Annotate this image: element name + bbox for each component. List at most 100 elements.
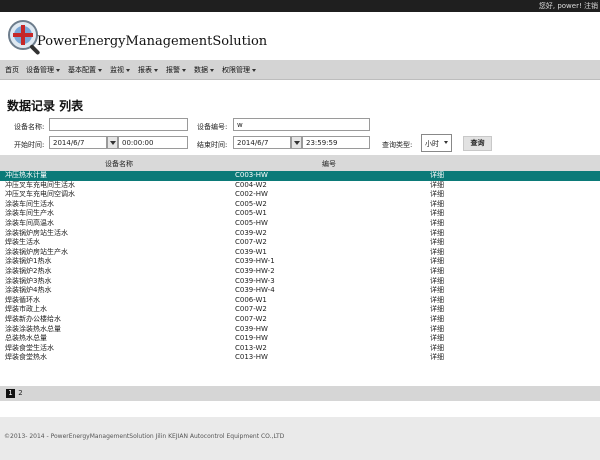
cell-device-name: 涂装锅炉房站生活水 [5, 228, 68, 237]
table-row[interactable]: 涂装车间生产水 C005-W1 详细 [0, 209, 600, 219]
cell-device-name: 涂装锅炉4热水 [5, 286, 52, 295]
table-row[interactable]: 冲压叉车充电间生活水 C004-W2 详细 [0, 181, 600, 191]
detail-link[interactable]: 详细 [430, 229, 444, 239]
table-row[interactable]: 涂装车间生活水 C005-W2 详细 [0, 200, 600, 210]
table-row[interactable]: 焊装食堂热水 C013-HW 详细 [0, 353, 600, 363]
cell-code: C006-W1 [235, 295, 267, 304]
chevron-down-icon [294, 141, 300, 145]
copyright: ©2013- 2014 - PowerEnergyManagementSolut… [4, 433, 285, 440]
query-button[interactable]: 查询 [463, 136, 492, 151]
detail-link[interactable]: 详细 [430, 334, 444, 344]
table-row[interactable]: 焊装新办公楼给水 C007-W2 详细 [0, 315, 600, 325]
table-row[interactable]: 涂装车间高温水 C005-HW 详细 [0, 219, 600, 229]
cell-code: C039-HW-1 [235, 257, 275, 266]
query-type-select[interactable]: 小时 [421, 134, 452, 152]
cell-device-name: 焊装食堂生活水 [5, 343, 54, 352]
chevron-down-icon [98, 68, 102, 72]
column-header-code[interactable]: 编号 [322, 159, 336, 169]
detail-link[interactable]: 详细 [430, 353, 444, 363]
cell-code: C004-W2 [235, 180, 267, 189]
nav-item-reports[interactable]: 报表 [138, 65, 158, 75]
detail-link[interactable]: 详细 [430, 277, 444, 287]
table-row[interactable]: 焊装食堂生活水 C013-W2 详细 [0, 344, 600, 354]
start-time-input[interactable]: 00:00:00 [118, 136, 188, 149]
detail-link[interactable]: 详细 [430, 315, 444, 325]
cell-code: C019-HW [235, 334, 268, 343]
detail-link[interactable]: 详细 [430, 325, 444, 335]
nav-item-basic-config[interactable]: 基本配置 [68, 65, 102, 75]
cell-code: C039-HW-2 [235, 266, 275, 275]
page-button-1[interactable]: 1 [6, 389, 15, 398]
table-row[interactable]: 焊装市政上水 C007-W2 详细 [0, 305, 600, 315]
detail-link[interactable]: 详细 [430, 200, 444, 210]
nav-item-permissions[interactable]: 权限管理 [222, 65, 256, 75]
cell-device-name: 涂装车间生产水 [5, 209, 54, 218]
cell-code: C003-HW [235, 171, 268, 179]
table-row[interactable]: 涂装涂装热水总量 C039-HW 详细 [0, 325, 600, 335]
nav-item-data[interactable]: 数据 [194, 65, 214, 75]
table-row[interactable]: 涂装锅炉1热水 C039-HW-1 详细 [0, 257, 600, 267]
device-name-input[interactable] [49, 118, 188, 131]
detail-link[interactable]: 详细 [430, 190, 444, 200]
detail-link[interactable]: 详细 [430, 171, 444, 181]
header: PowerEnergyManagementSolution [0, 12, 600, 60]
cell-device-name: 涂装车间生活水 [5, 199, 54, 208]
table-row[interactable]: 涂装锅炉房站生产水 C039-W1 详细 [0, 248, 600, 258]
column-header-device-name[interactable]: 设备名称 [105, 159, 133, 169]
detail-link[interactable]: 详细 [430, 286, 444, 296]
detail-link[interactable]: 详细 [430, 267, 444, 277]
cell-device-name: 涂装涂装热水总量 [5, 324, 61, 333]
start-date-input[interactable]: 2014/6/7 [49, 136, 107, 149]
cell-code: C039-HW [235, 324, 268, 333]
nav-item-monitor[interactable]: 监视 [110, 65, 130, 75]
cell-device-name: 涂装车间高温水 [5, 218, 54, 227]
table-row[interactable]: 焊装生活水 C007-W2 详细 [0, 238, 600, 248]
detail-link[interactable]: 详细 [430, 238, 444, 248]
table-row[interactable]: 冲压叉车充电间空调水 C002-HW 详细 [0, 190, 600, 200]
chevron-down-icon [126, 68, 130, 72]
detail-link[interactable]: 详细 [430, 248, 444, 258]
end-date-input[interactable]: 2014/6/7 [233, 136, 291, 149]
device-code-label: 设备编号: [197, 123, 228, 131]
query-type-label: 查询类型: [382, 141, 413, 149]
nav-item-home[interactable]: 首页 [5, 65, 19, 75]
detail-link[interactable]: 详细 [430, 181, 444, 191]
detail-link[interactable]: 详细 [430, 209, 444, 219]
start-date-dropdown[interactable] [107, 136, 118, 149]
table-row[interactable]: 总装热水总量 C019-HW 详细 [0, 334, 600, 344]
cell-code: C005-HW [235, 218, 268, 227]
nav-item-device-management[interactable]: 设备管理 [26, 65, 60, 75]
detail-link[interactable]: 详细 [430, 305, 444, 315]
cell-device-name: 冲压热水计量 [5, 171, 47, 179]
end-time-input[interactable]: 23:59:59 [302, 136, 370, 149]
table-row[interactable]: 涂装锅炉2热水 C039-HW-2 详细 [0, 267, 600, 277]
cell-device-name: 焊装生活水 [5, 238, 40, 247]
device-code-input[interactable]: w [233, 118, 370, 131]
cell-device-name: 焊装食堂热水 [5, 353, 47, 362]
detail-link[interactable]: 详细 [430, 344, 444, 354]
cell-code: C002-HW [235, 190, 268, 199]
table-row[interactable]: 涂装锅炉房站生活水 C039-W2 详细 [0, 229, 600, 239]
nav-item-alarms[interactable]: 报警 [166, 65, 186, 75]
end-date-dropdown[interactable] [291, 136, 302, 149]
detail-link[interactable]: 详细 [430, 257, 444, 267]
table-row[interactable]: 涂装锅炉3热水 C039-HW-3 详细 [0, 277, 600, 287]
cell-code: C013-HW [235, 353, 268, 362]
chevron-down-icon [154, 68, 158, 72]
cell-code: C039-W2 [235, 228, 267, 237]
user-greeting[interactable]: 您好, power! 注销 [539, 1, 598, 11]
footer: ©2013- 2014 - PowerEnergyManagementSolut… [0, 417, 600, 460]
cell-device-name: 涂装锅炉3热水 [5, 276, 52, 285]
page-title: 数据记录 列表 [7, 99, 84, 113]
cell-device-name: 总装热水总量 [5, 334, 47, 343]
end-time-label: 结束时间: [197, 141, 228, 149]
table-row[interactable]: 冲压热水计量 C003-HW 详细 [0, 171, 600, 181]
cell-device-name: 涂装锅炉房站生产水 [5, 247, 68, 256]
table-row[interactable]: 涂装锅炉4热水 C039-HW-4 详细 [0, 286, 600, 296]
cell-code: C013-W2 [235, 343, 267, 352]
detail-link[interactable]: 详细 [430, 219, 444, 229]
table-row[interactable]: 焊装循环水 C006-W1 详细 [0, 296, 600, 306]
detail-link[interactable]: 详细 [430, 296, 444, 306]
cell-device-name: 冲压叉车充电间空调水 [5, 190, 75, 199]
page-button-2[interactable]: 2 [16, 389, 25, 398]
